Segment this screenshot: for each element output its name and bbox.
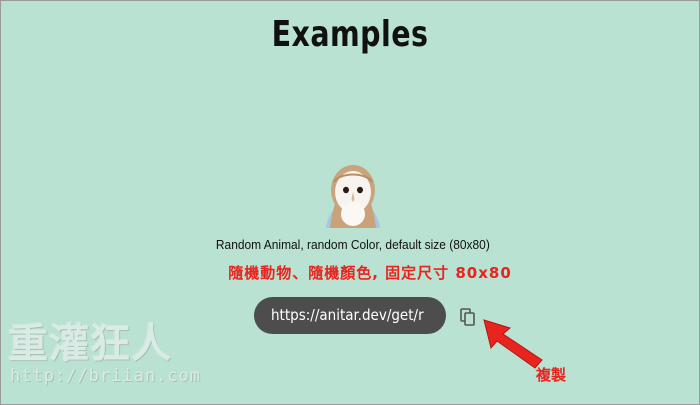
example-url-field[interactable]: https://anitar.dev/get/r <box>254 297 446 334</box>
watermark-url: http://briian.com <box>10 366 201 386</box>
caption-translation-annotation: 隨機動物、隨機顏色, 固定尺寸 80x80 <box>0 262 700 283</box>
barn-owl-avatar <box>320 162 386 228</box>
copy-annotation-label: 複製 <box>536 366 567 384</box>
caption-translation-text: 隨機動物、隨機顏色, 固定尺寸 80x80 <box>228 264 512 282</box>
example-caption: Random Animal, random Color, default siz… <box>0 237 700 252</box>
page-title: Examples <box>271 14 429 55</box>
copy-icon[interactable] <box>459 307 477 327</box>
watermark-brand: 重灌狂人 <box>8 320 172 367</box>
example-caption-text: Random Animal, random Color, default siz… <box>216 237 490 252</box>
watermark: 重灌狂人 http://briian.com <box>8 322 218 402</box>
